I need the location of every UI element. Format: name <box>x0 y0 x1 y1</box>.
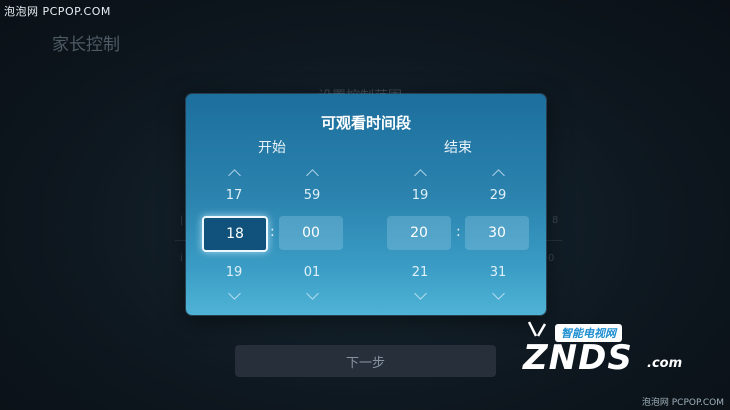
background-value: | <box>180 215 184 226</box>
end-minute-next: 31 <box>489 265 507 280</box>
start-label: 开始 <box>258 140 286 156</box>
logo-suffix: .com <box>647 356 683 371</box>
end-hour-prev: 19 <box>411 188 429 203</box>
znds-logo: 智能电视网 ZNDS .com <box>515 320 685 380</box>
start-separator: : <box>270 224 275 240</box>
dialog-title: 可观看时间段 <box>320 114 411 132</box>
start-minute-selector[interactable]: 00 <box>279 216 343 250</box>
end-separator: : <box>456 224 461 240</box>
end-hour-selector[interactable]: 20 <box>387 216 451 250</box>
background-divider <box>546 240 562 241</box>
start-minute-down-icon[interactable] <box>306 287 319 300</box>
time-range-dialog: 可观看时间段 开始 结束 17 18 19 : 59 00 01 19 20 2… <box>186 94 546 315</box>
start-hour-next: 19 <box>225 265 243 280</box>
end-hour-up-icon[interactable] <box>414 169 427 182</box>
watermark-bottom: 泡泡网 PCPOP.COM <box>641 398 724 408</box>
start-minute-next: 01 <box>303 265 321 280</box>
end-minute-down-icon[interactable] <box>492 287 505 300</box>
background-value: i <box>180 253 183 264</box>
background-value: 0 <box>548 253 555 264</box>
start-minute-up-icon[interactable] <box>306 169 319 182</box>
start-hour-down-icon[interactable] <box>228 287 241 300</box>
logo-wordmark: ZNDS <box>523 338 633 378</box>
next-button[interactable]: 下一步 <box>235 345 496 377</box>
watermark-top: 泡泡网 PCPOP.COM <box>4 5 111 18</box>
page-title: 家长控制 <box>52 35 120 55</box>
start-hour-selector[interactable]: 18 <box>202 216 268 252</box>
tv-antenna-icon <box>527 321 547 337</box>
end-minute-up-icon[interactable] <box>492 169 505 182</box>
end-minute-prev: 29 <box>489 188 507 203</box>
start-minute-prev: 59 <box>303 188 321 203</box>
start-hour-up-icon[interactable] <box>228 169 241 182</box>
end-hour-next: 21 <box>411 265 429 280</box>
end-label: 结束 <box>444 140 472 156</box>
end-minute-selector[interactable]: 30 <box>465 216 529 250</box>
start-hour-prev: 17 <box>225 188 243 203</box>
background-value: 8 <box>552 215 559 226</box>
end-hour-down-icon[interactable] <box>414 287 427 300</box>
